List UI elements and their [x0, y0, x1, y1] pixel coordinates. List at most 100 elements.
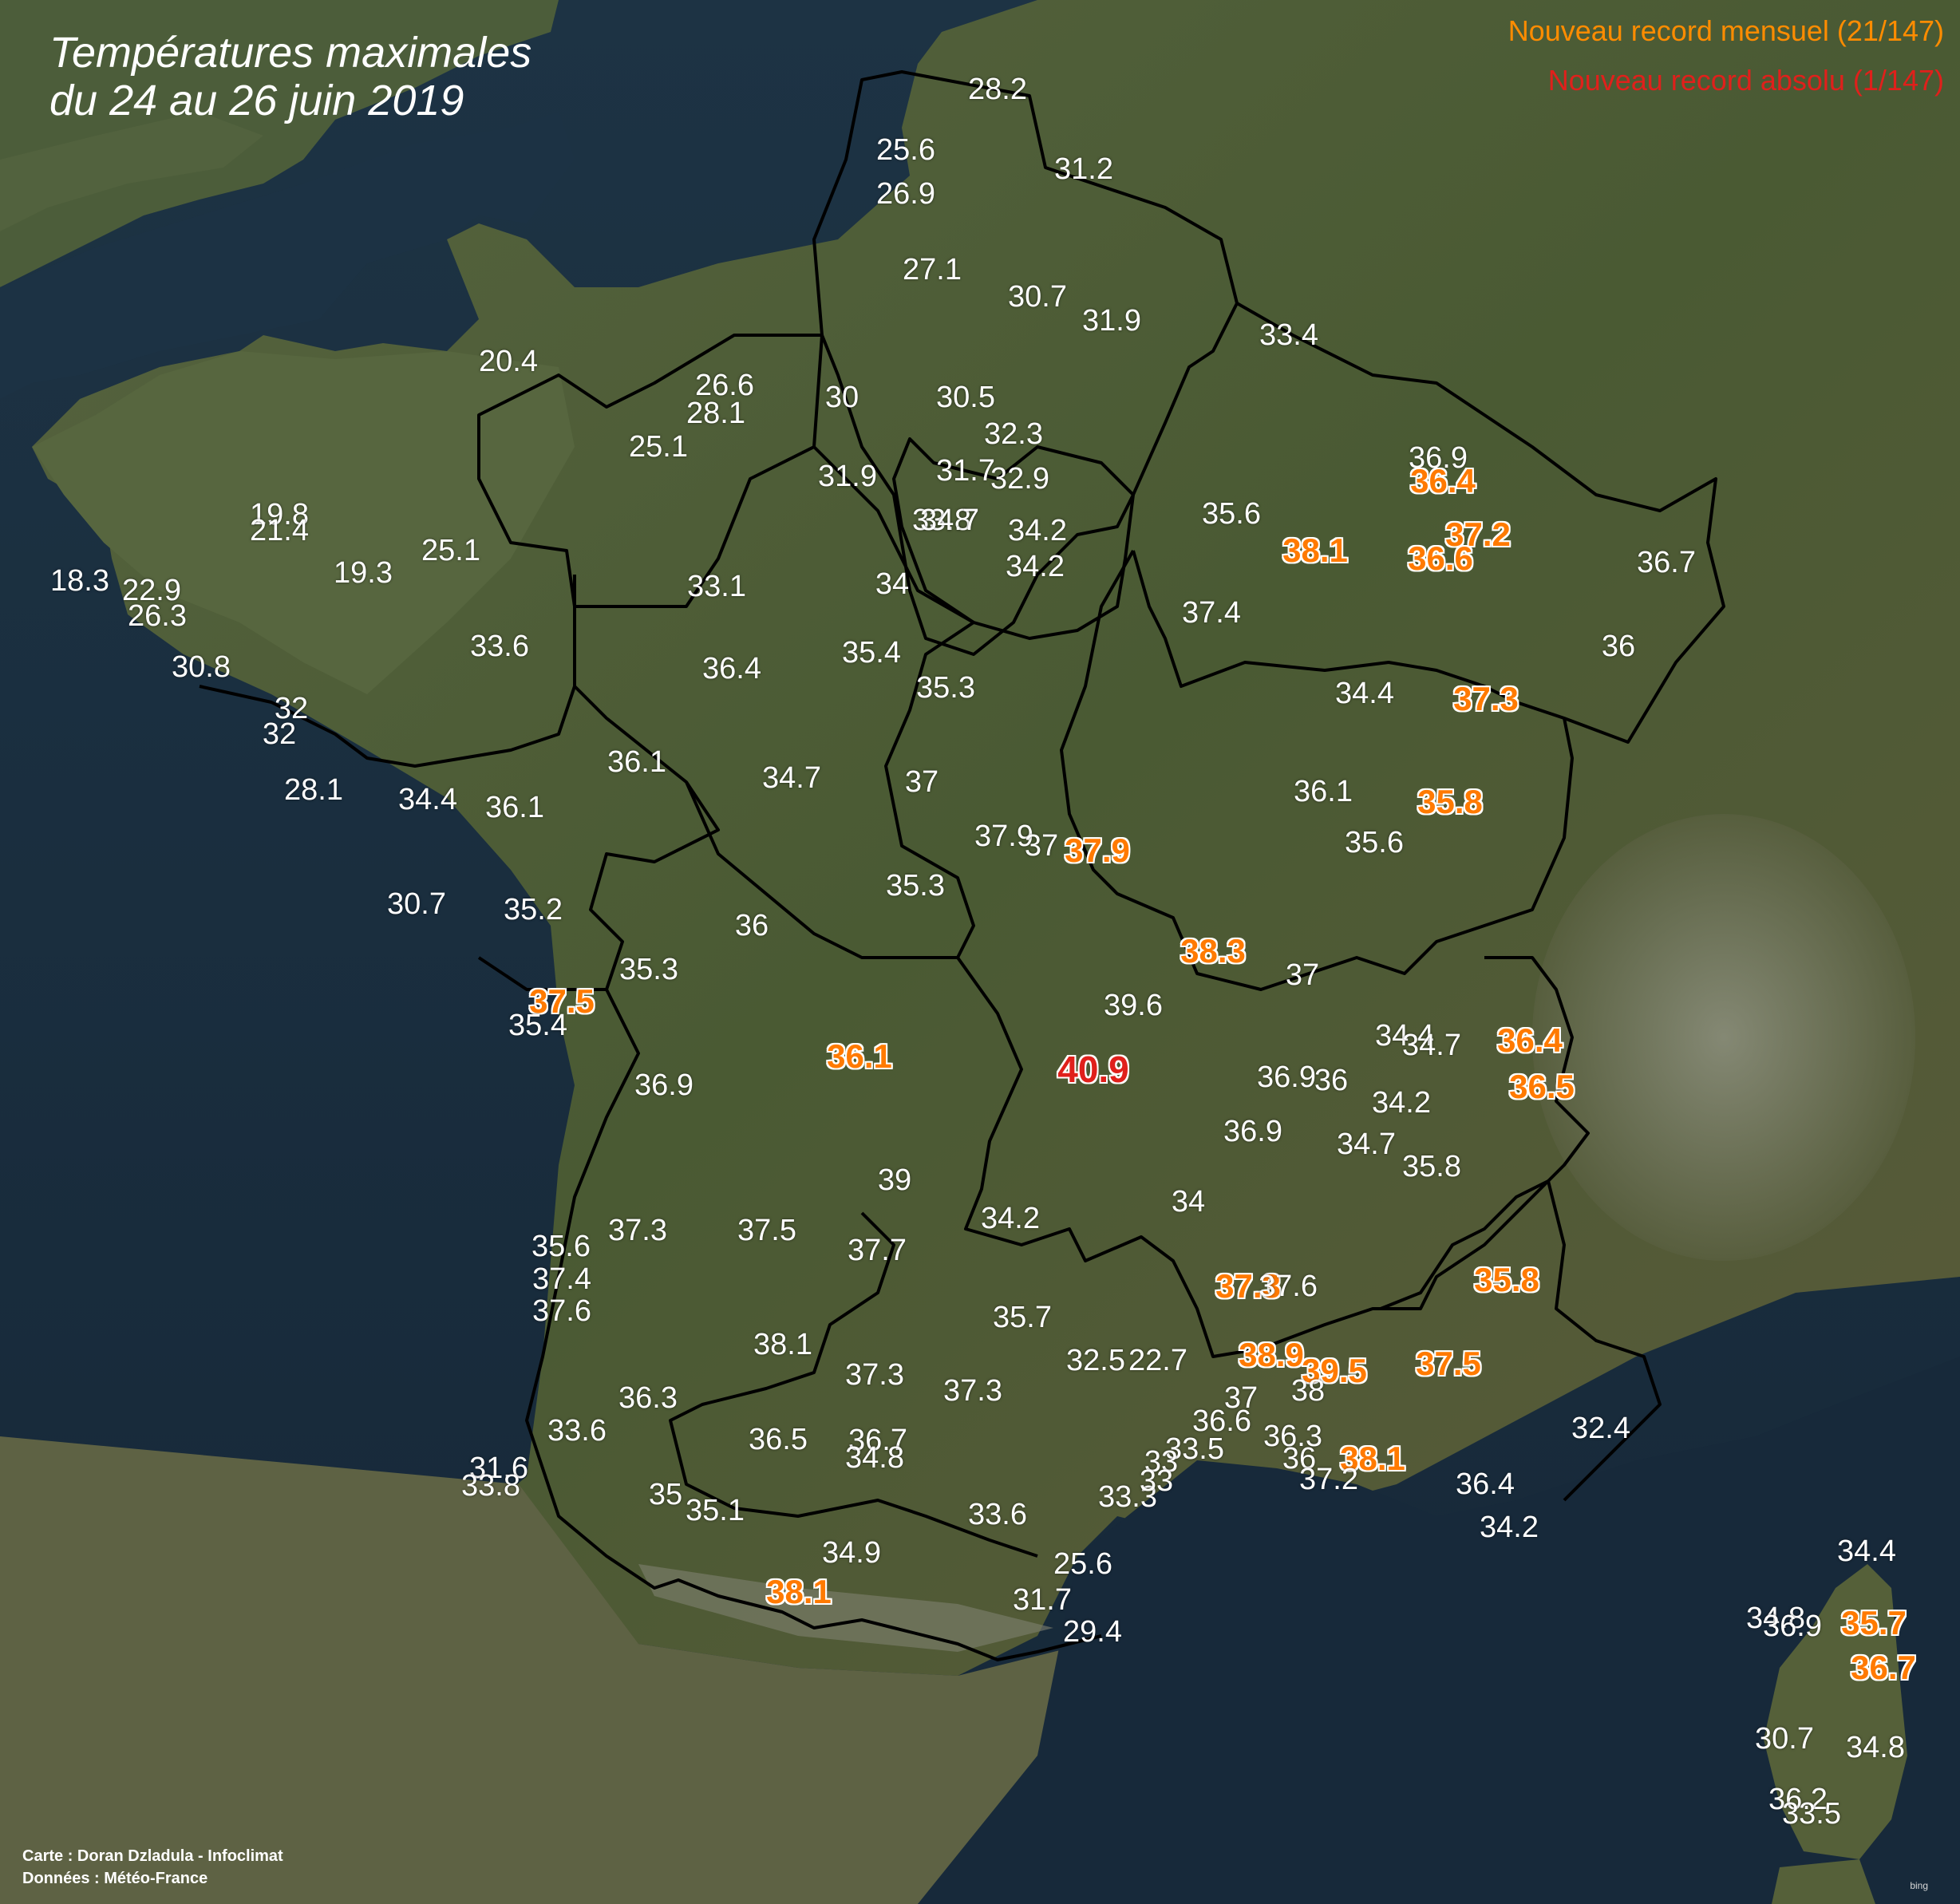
- temperature-value: 33.4: [1259, 318, 1318, 352]
- temperature-value: 37: [904, 765, 939, 799]
- temperature-value: 37.4: [532, 1262, 591, 1296]
- temperature-value: 30.7: [387, 887, 446, 921]
- temperature-value: 21.4: [250, 514, 309, 547]
- temperature-value: 36.9: [634, 1069, 694, 1102]
- temperature-value: 36.9: [1223, 1115, 1282, 1148]
- monthly-record-value: 38.1: [766, 1573, 832, 1610]
- temperature-value: 27.1: [903, 253, 962, 286]
- temperature-value: 25.6: [1053, 1547, 1112, 1581]
- temperature-value: 35.1: [686, 1494, 745, 1527]
- temperature-value: 34.4: [1335, 677, 1394, 710]
- temperature-value: 30.7: [1755, 1722, 1814, 1756]
- temperature-value: 25.6: [876, 133, 935, 167]
- temperature-value: 35.6: [1345, 826, 1404, 859]
- temperature-value: 30.5: [936, 381, 995, 414]
- temperature-value: 37.7: [848, 1234, 907, 1267]
- monthly-record-value: 36.6: [1408, 539, 1473, 577]
- temperature-value: 30.8: [172, 650, 231, 684]
- temperature-value: 37: [1024, 829, 1059, 863]
- temperature-value: 29.4: [1063, 1615, 1122, 1649]
- temperature-value: 33.6: [547, 1414, 607, 1448]
- temperature-value: 33.5: [1782, 1797, 1841, 1831]
- monthly-record-value: 36.1: [827, 1037, 892, 1075]
- temperature-value: 36.4: [1456, 1468, 1515, 1501]
- temperature-value: 31.9: [818, 460, 877, 493]
- temperature-value: 35.3: [619, 953, 678, 986]
- temperature-value: 28.1: [686, 397, 745, 430]
- monthly-record-value: 38.1: [1282, 531, 1348, 569]
- temperature-value: 35.4: [508, 1009, 567, 1042]
- temperature-value: 36: [1314, 1064, 1349, 1097]
- temperature-value: 37: [1285, 958, 1320, 992]
- absolute-record-value: 40.9: [1057, 1049, 1129, 1090]
- temperature-value: 34.4: [1837, 1535, 1896, 1568]
- temperature-value: 33.8: [461, 1469, 520, 1503]
- monthly-record-value: 36.4: [1497, 1021, 1563, 1059]
- temperature-value: 34.2: [981, 1202, 1040, 1235]
- satellite-map: [0, 0, 1960, 1904]
- monthly-record-value: 35.8: [1474, 1261, 1539, 1298]
- monthly-record-value: 37.3: [1453, 680, 1519, 717]
- temperature-value: 34.7: [920, 504, 979, 537]
- temperature-value: 20.4: [479, 345, 538, 378]
- temperature-value: 33.6: [470, 630, 529, 663]
- monthly-record-value: 38.3: [1180, 932, 1246, 970]
- temperature-value: 33.1: [687, 570, 746, 603]
- temperature-value: 34: [875, 567, 910, 601]
- monthly-record-value: 36.7: [1851, 1649, 1916, 1686]
- temperature-value: 36.9: [1763, 1610, 1822, 1643]
- temperature-value: 32.5: [1066, 1344, 1125, 1377]
- temperature-value: 37.6: [1259, 1270, 1318, 1303]
- temperature-value: 31.9: [1082, 304, 1141, 338]
- temperature-value: 39.6: [1104, 989, 1163, 1022]
- temperature-value: 25.1: [421, 534, 480, 567]
- temperature-value: 34.7: [762, 761, 821, 795]
- legend-monthly-record: Nouveau record mensuel (21/147): [1508, 14, 1944, 47]
- temperature-value: 35.6: [531, 1230, 591, 1263]
- temperature-value: 31.7: [936, 454, 995, 488]
- temperature-value: 36.1: [485, 791, 544, 824]
- temperature-value: 39: [877, 1163, 912, 1197]
- title-line-1: Températures maximales: [49, 29, 532, 77]
- temperature-value: 36.1: [1294, 775, 1353, 808]
- temperature-value: 31.7: [1013, 1583, 1072, 1617]
- temperature-value: 32.9: [990, 462, 1049, 496]
- temperature-value: 34.2: [1008, 514, 1067, 547]
- temperature-value: 36.3: [618, 1381, 678, 1415]
- credit-map: Carte : Doran Dzladula - Infoclimat: [22, 1847, 283, 1865]
- monthly-record-value: 35.7: [1841, 1604, 1907, 1641]
- temperature-value: 35.2: [504, 893, 563, 926]
- temperature-value: 35: [648, 1478, 683, 1511]
- temperature-value: 37.5: [737, 1214, 796, 1247]
- temperature-value: 36.5: [749, 1423, 808, 1456]
- temperature-value: 19.3: [334, 556, 393, 590]
- temperature-value: 35.8: [1402, 1150, 1461, 1183]
- temperature-value: 26.9: [876, 177, 935, 211]
- temperature-value: 36.4: [702, 652, 761, 685]
- temperature-value: 26.3: [128, 599, 187, 633]
- map-title: Températures maximales du 24 au 26 juin …: [49, 29, 531, 124]
- temperature-value: 36: [1601, 630, 1636, 663]
- temperature-value: 34.4: [398, 783, 457, 816]
- monthly-record-value: 37.9: [1065, 832, 1130, 869]
- temperature-value: 35.3: [886, 869, 945, 903]
- temperature-value: 38.1: [753, 1328, 812, 1361]
- temperature-value: 28.1: [284, 773, 343, 807]
- temperature-value: 36.9: [1257, 1061, 1316, 1094]
- temperature-value: 31.2: [1054, 152, 1113, 186]
- temperature-value: 33: [1139, 1464, 1174, 1498]
- temperature-value: 36.1: [607, 745, 666, 779]
- temperature-value: 34: [1171, 1185, 1206, 1219]
- temperature-value: 30.7: [1008, 280, 1067, 314]
- temperature-value: 35.6: [1202, 497, 1261, 531]
- credit-data: Données : Météo-France: [22, 1870, 208, 1887]
- credits: Carte : Doran Dzladula - Infoclimat Donn…: [22, 1845, 283, 1890]
- temperature-value: 34.7: [1402, 1029, 1461, 1062]
- temperature-value: 35.4: [842, 636, 901, 670]
- temperature-value: 37.3: [943, 1374, 1002, 1408]
- temperature-value: 35.7: [993, 1301, 1052, 1334]
- temperature-value: 37.3: [608, 1214, 667, 1247]
- temperature-value: 34.8: [845, 1441, 904, 1475]
- temperature-value: 37.2: [1299, 1463, 1358, 1496]
- temperature-value: 37.6: [532, 1294, 591, 1328]
